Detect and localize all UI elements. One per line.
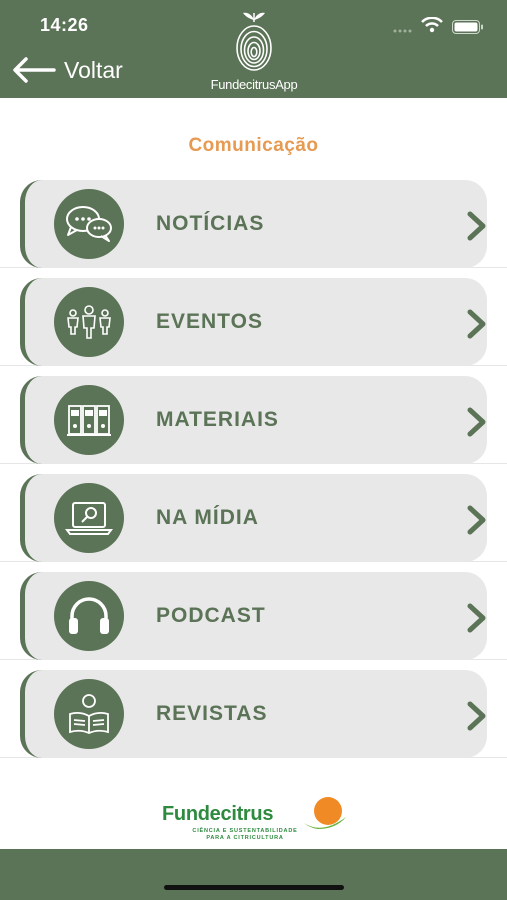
- laptop-search-icon: [65, 502, 113, 535]
- list-item: MATERIAIS: [0, 366, 507, 464]
- menu-list: NOTÍCIAS EVENTOS MATERIAIS NA MÍDIA PODC…: [0, 170, 507, 758]
- menu-item-label: PODCAST: [156, 604, 266, 627]
- menu-item-eventos[interactable]: EVENTOS: [20, 278, 487, 366]
- wifi-icon: [421, 17, 443, 33]
- page-title: Comunicação: [188, 135, 319, 156]
- list-item: NA MÍDIA: [0, 464, 507, 562]
- chevron-right-icon: [467, 407, 486, 437]
- fundecitrus-logo: Fundecitrus CIÊNCIA E SUSTENTABILIDADE P…: [160, 793, 350, 843]
- app-header: 14:26 Voltar FundecitrusApp: [0, 0, 507, 98]
- binders-icon: [67, 405, 111, 436]
- chat-bubbles-icon: [66, 206, 112, 242]
- menu-item-label: EVENTOS: [156, 310, 263, 333]
- chevron-right-icon: [467, 309, 486, 339]
- battery-icon: [452, 20, 483, 34]
- chevron-right-icon: [467, 701, 486, 731]
- menu-item-label: NA MÍDIA: [156, 506, 259, 529]
- menu-item-revistas[interactable]: REVISTAS: [20, 670, 487, 758]
- list-item: REVISTAS: [0, 660, 507, 758]
- cellular-signal-icon: [393, 29, 412, 33]
- home-indicator[interactable]: [164, 885, 344, 890]
- menu-item-podcast[interactable]: PODCAST: [20, 572, 487, 660]
- brand-tagline: CIÊNCIA E SUSTENTABILIDADE: [192, 828, 298, 834]
- headphones-icon: [69, 597, 109, 634]
- back-arrow-icon: [13, 57, 56, 83]
- menu-item-na-midia[interactable]: NA MÍDIA: [20, 474, 487, 562]
- app-logo: FundecitrusApp: [206, 6, 302, 94]
- footer-bar: [0, 849, 507, 900]
- chevron-right-icon: [467, 603, 486, 633]
- menu-item-label: NOTÍCIAS: [156, 212, 265, 235]
- brand-name: Fundecitrus: [162, 803, 274, 825]
- menu-item-label: REVISTAS: [156, 702, 268, 725]
- chevron-right-icon: [467, 505, 486, 535]
- menu-item-noticias[interactable]: NOTÍCIAS: [20, 180, 487, 268]
- brand-tagline: PARA A CITRICULTURA: [206, 835, 284, 841]
- chevron-right-icon: [467, 211, 486, 241]
- list-item: PODCAST: [0, 562, 507, 660]
- reader-icon: [69, 694, 109, 734]
- menu-item-label: MATERIAIS: [156, 408, 279, 431]
- list-item: NOTÍCIAS: [0, 170, 507, 268]
- fingerprint-fruit-icon: [236, 12, 272, 71]
- back-label: Voltar: [64, 56, 123, 83]
- list-item: EVENTOS: [0, 268, 507, 366]
- status-time: 14:26: [40, 15, 89, 35]
- back-button[interactable]: Voltar: [12, 52, 123, 88]
- app-name: FundecitrusApp: [210, 77, 298, 92]
- people-group-icon: [67, 305, 111, 339]
- menu-item-materiais[interactable]: MATERIAIS: [20, 376, 487, 464]
